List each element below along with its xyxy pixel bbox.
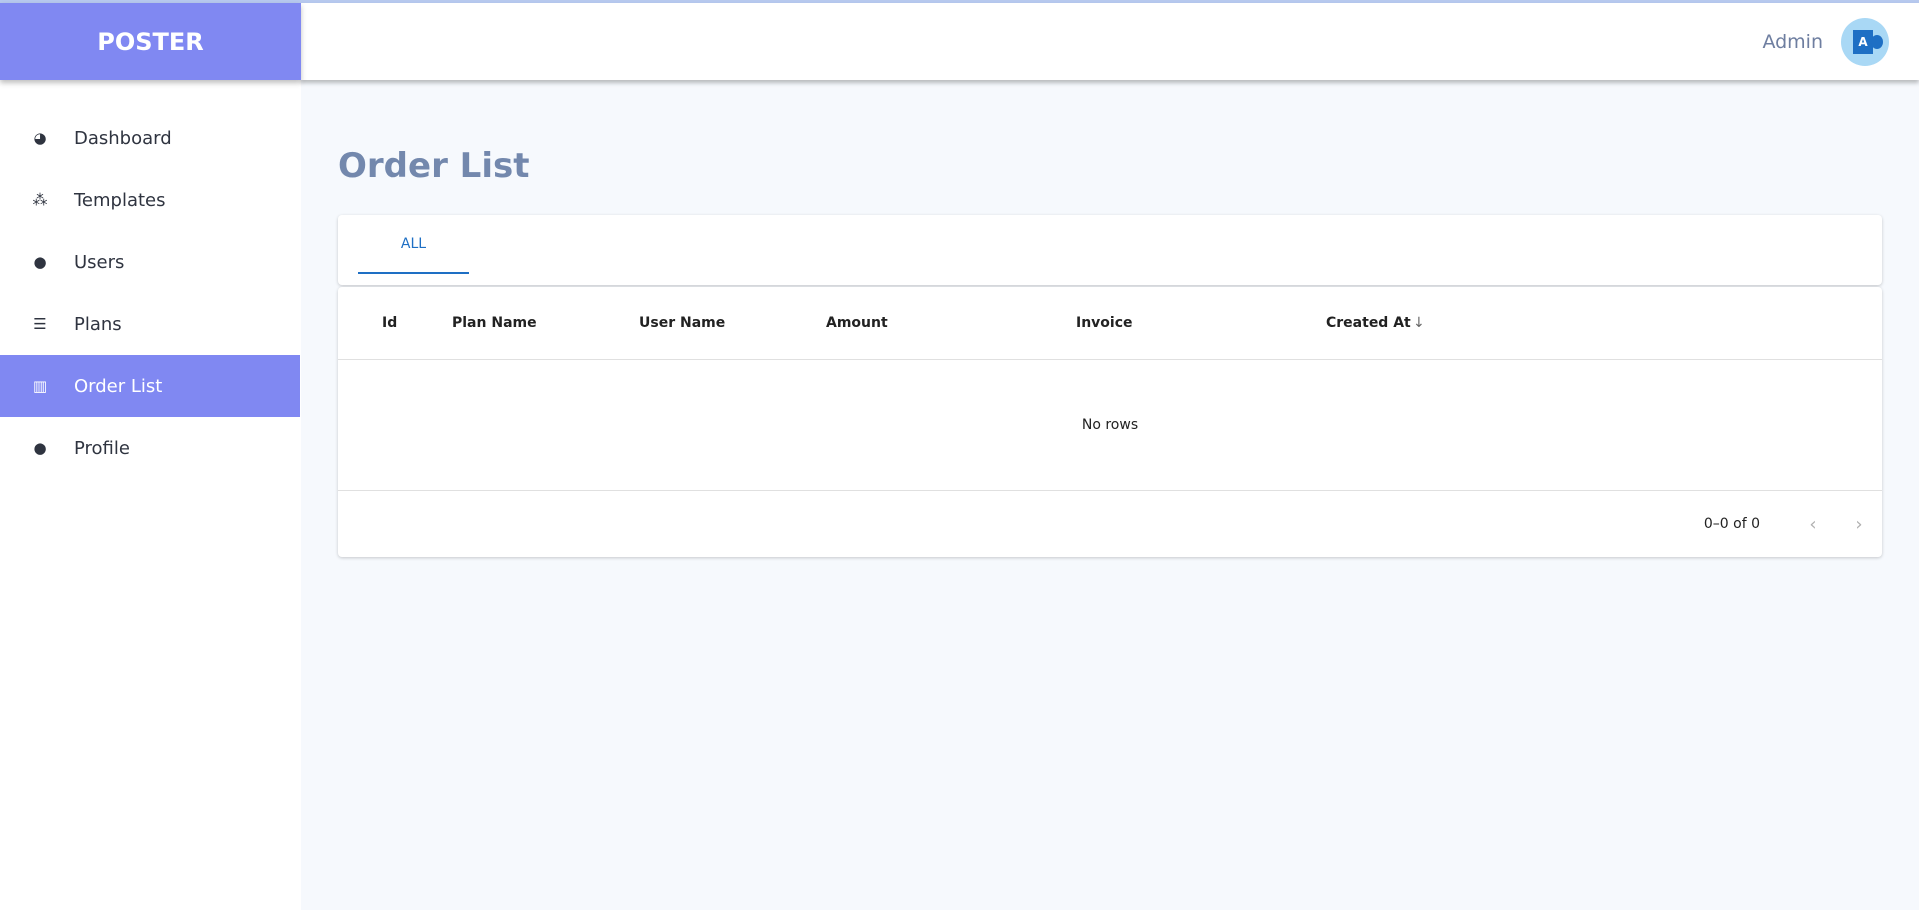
- column-header-id[interactable]: Id: [382, 315, 397, 331]
- sidebar-item-label: Order List: [74, 375, 163, 397]
- pagination-range: 0–0 of 0: [1703, 516, 1760, 532]
- chart-icon: ▥: [32, 377, 48, 395]
- tab-all[interactable]: ALL: [358, 215, 469, 274]
- sidebar-item-label: Plans: [74, 313, 122, 335]
- column-header-created-at[interactable]: Created At: [1326, 315, 1411, 331]
- column-header-plan-name[interactable]: Plan Name: [452, 315, 537, 331]
- column-header-amount[interactable]: Amount: [826, 315, 888, 331]
- dashboard-icon: ◕: [33, 129, 47, 147]
- column-header-invoice[interactable]: Invoice: [1076, 315, 1133, 331]
- gear-icon: [1871, 34, 1883, 49]
- sidebar-item-plans[interactable]: ☰ Plans: [0, 293, 300, 355]
- pagination: 0–0 of 0 ‹ ›: [1704, 491, 1882, 557]
- arrow-down-icon[interactable]: ↓: [1413, 315, 1425, 331]
- page-title: Order List: [338, 146, 530, 186]
- cubes-icon: ⁂: [32, 191, 48, 209]
- sidebar-item-order-list[interactable]: ▥ Order List: [0, 355, 300, 417]
- user-name[interactable]: Admin: [1762, 31, 1823, 53]
- user-gear-icon: ●: [33, 253, 47, 271]
- sidebar-item-users[interactable]: ● Users: [0, 231, 300, 293]
- avatar-letter: A: [1853, 29, 1873, 54]
- orders-table: Id Plan Name User Name Amount Invoice Cr…: [338, 287, 1882, 557]
- table-header: Id Plan Name User Name Amount Invoice Cr…: [338, 287, 1882, 360]
- user-icon: ●: [33, 439, 47, 457]
- sidebar-item-templates[interactable]: ⁂ Templates: [0, 169, 300, 231]
- chevron-left-icon[interactable]: ‹: [1790, 514, 1836, 535]
- sidebar-item-dashboard[interactable]: ◕ Dashboard: [0, 107, 300, 169]
- column-header-user-name[interactable]: User Name: [639, 315, 725, 331]
- sidebar: ◕ Dashboard ⁂ Templates ● Users ☰ Plans ▥ Ord…: [0, 80, 301, 910]
- empty-message: No rows: [338, 360, 1882, 491]
- sidebar-item-label: Templates: [74, 189, 166, 211]
- sidebar-item-label: Profile: [74, 437, 130, 459]
- sidebar-item-label: Users: [74, 251, 125, 273]
- tabs-card: ALL: [338, 215, 1882, 285]
- sidebar-item-label: Dashboard: [74, 127, 172, 149]
- avatar[interactable]: A: [1841, 17, 1889, 66]
- top-bar: Admin A: [301, 3, 1919, 80]
- brand-logo: POSTER: [0, 3, 301, 80]
- sidebar-item-profile[interactable]: ● Profile: [0, 417, 300, 479]
- list-icon: ☰: [33, 315, 47, 333]
- chevron-right-icon[interactable]: ›: [1836, 514, 1882, 535]
